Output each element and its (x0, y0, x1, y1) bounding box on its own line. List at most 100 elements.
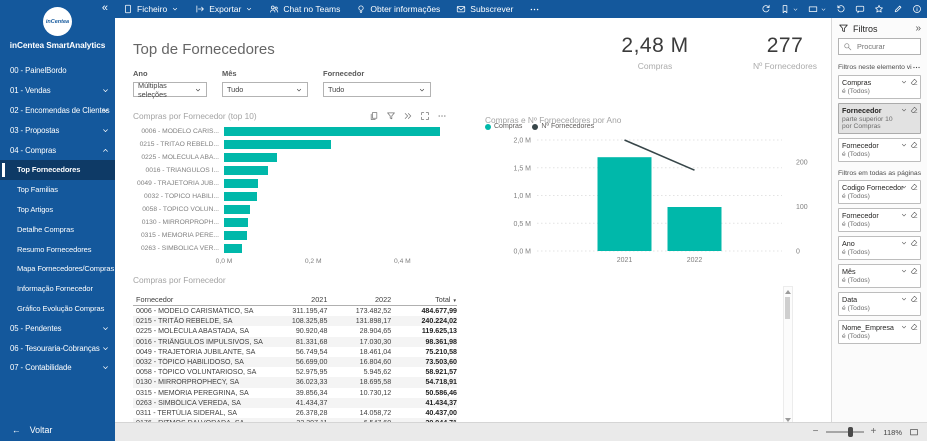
filter-card-nome-empresa[interactable]: Nome_Empresaé (Todos) (838, 320, 921, 344)
slicer-dropdown-ano[interactable]: Múltiplas seleções (133, 82, 207, 97)
filters-search-input[interactable] (855, 41, 916, 52)
filter-card-fornecedor[interactable]: Fornecedoré (Todos) (838, 138, 921, 162)
bookmark-icon[interactable] (780, 4, 799, 14)
column-2022[interactable] (668, 207, 722, 251)
bar[interactable] (224, 179, 258, 189)
bar[interactable] (224, 192, 257, 202)
column-2021[interactable] (598, 157, 652, 251)
chevron-down-icon[interactable] (900, 106, 908, 114)
table-row[interactable]: 0130 - MIRRORPROPHECY, SA36.023,3318.695… (133, 377, 457, 387)
sidebar-item-mapa-fornecedores-compras[interactable]: Mapa Fornecedores/Compras (0, 259, 115, 279)
menu-item-exportar[interactable]: Exportar (195, 4, 253, 14)
bar[interactable] (224, 231, 247, 241)
clear-filter-icon[interactable] (910, 78, 918, 86)
table-row[interactable]: 0006 - MODELO CARISMÁTICO, SA311.195,471… (133, 306, 457, 316)
table-row[interactable]: 0263 - SIMBÓLICA VEREDA, SA41.434,3741.4… (133, 398, 457, 408)
sidebar-item-04-compras[interactable]: 04 - Compras (0, 140, 115, 160)
chevron-down-icon[interactable] (900, 267, 908, 275)
clear-filter-icon[interactable] (910, 211, 918, 219)
bar[interactable] (224, 244, 242, 254)
chevron-down-icon[interactable] (900, 78, 908, 86)
table-row[interactable]: 0215 - TRITÃO REBELDE, SA108.325,85131.8… (133, 316, 457, 326)
filter-card-ano[interactable]: Anoé (Todos) (838, 236, 921, 260)
clear-filter-icon[interactable] (910, 239, 918, 247)
zoom-out-button[interactable]: − (813, 427, 819, 437)
sidebar-item-07-contabilidade[interactable]: 07 - Contabilidade (0, 358, 115, 378)
sidebar-item-informa-o-fornecedor[interactable]: Informação Fornecedor (0, 279, 115, 299)
more-options-icon[interactable] (529, 4, 540, 15)
chevron-down-icon[interactable] (900, 141, 908, 149)
column-header-fornecedor[interactable]: Fornecedor (133, 295, 266, 304)
filter-icon[interactable] (386, 111, 396, 121)
more-options-icon[interactable] (912, 63, 921, 72)
column-header-2021[interactable]: 2021 (266, 295, 328, 304)
edit-icon[interactable] (893, 4, 903, 14)
reset-icon[interactable] (836, 4, 846, 14)
more-options-icon[interactable] (437, 111, 447, 121)
chevron-down-icon[interactable] (900, 211, 908, 219)
clear-filter-icon[interactable] (910, 295, 918, 303)
refresh-icon[interactable] (761, 4, 771, 14)
slicer-dropdown-m-s[interactable]: Tudo (222, 82, 308, 97)
slicer-dropdown-fornecedor[interactable]: Tudo (323, 82, 431, 97)
clear-filter-icon[interactable] (910, 183, 918, 191)
bar[interactable] (224, 153, 277, 163)
chevron-down-icon[interactable] (900, 183, 908, 191)
table-row[interactable]: 0049 - TRAJETÓRIA JUBILANTE, SA56.749,54… (133, 347, 457, 357)
filter-card-codigo-fornecedor[interactable]: Codigo Fornecedoré (Todos) (838, 180, 921, 204)
menu-item-obter-informa-es[interactable]: Obter informações (356, 4, 440, 14)
column-header-total[interactable]: Total▼ (391, 295, 457, 304)
filter-card-fornecedor[interactable]: Fornecedoré (Todos) (838, 208, 921, 232)
menu-item-chat-no-teams[interactable]: Chat no Teams (269, 4, 340, 14)
table-row[interactable]: 0311 - TERTÚLIA SIDERAL, SA26.378,2814.0… (133, 408, 457, 418)
table-scrollbar[interactable] (783, 286, 793, 426)
bar[interactable] (224, 205, 250, 215)
sidebar-item-detalhe-compras[interactable]: Detalhe Compras (0, 219, 115, 239)
sidebar-item-03-propostas[interactable]: 03 - Propostas (0, 120, 115, 140)
filter-card-fornecedor[interactable]: Fornecedorparte superior 10 por Compras (838, 103, 921, 134)
table-row[interactable]: 0032 - TÓPICO HABILIDOSO, SA56.699,0016.… (133, 357, 457, 367)
bar[interactable] (224, 166, 268, 176)
sidebar-item-06-tesouraria-cobran-as[interactable]: 06 - Tesouraria-Cobranças (0, 338, 115, 358)
table-row[interactable]: 0225 - MOLÉCULA ABASTADA, SA90.920,4828.… (133, 326, 457, 336)
copy-icon[interactable] (369, 111, 379, 121)
sidebar-item-02-encomendas-de-clientes[interactable]: 02 - Encomendas de Clientes (0, 101, 115, 121)
info-icon[interactable] (912, 4, 922, 14)
sidebar-item-01-vendas[interactable]: 01 - Vendas (0, 81, 115, 101)
sidebar-item-top-artigos[interactable]: Top Artigos (0, 200, 115, 220)
sidebar-item-00-painelbordo[interactable]: 00 - PainelBordo (0, 61, 115, 81)
drill-icon[interactable] (403, 111, 413, 121)
sidebar-item-gr-fico-evolu-o-compras[interactable]: Gráfico Evolução Compras (0, 299, 115, 319)
table-row[interactable]: 0058 - TÓPICO VOLUNTARIOSO, SA52.975,955… (133, 367, 457, 377)
chevron-down-icon[interactable] (900, 323, 908, 331)
zoom-in-button[interactable]: + (871, 427, 877, 437)
sidebar-item-05-pendentes[interactable]: 05 - Pendentes (0, 318, 115, 338)
clear-filter-icon[interactable] (910, 323, 918, 331)
zoom-slider-thumb[interactable] (848, 427, 853, 437)
table-row[interactable]: 0016 - TRIÂNGULOS IMPULSIVOS, SA81.331,6… (133, 337, 457, 347)
sidebar-collapse-icon[interactable]: « (102, 2, 108, 14)
table-row[interactable]: 0315 - MEMÓRIA PEREGRINA, SA39.856,3410.… (133, 388, 457, 398)
focus-mode-icon[interactable] (420, 111, 430, 121)
legend-item-n-fornecedores[interactable]: Nº Fornecedores (532, 123, 594, 130)
fit-to-page-icon[interactable] (909, 427, 919, 437)
sidebar-item-top-fornecedores[interactable]: Top Fornecedores (0, 160, 115, 180)
bar[interactable] (224, 218, 248, 228)
clear-filter-icon[interactable] (910, 267, 918, 275)
menu-item-ficheiro[interactable]: Ficheiro (123, 4, 179, 14)
legend-item-compras[interactable]: Compras (485, 123, 522, 130)
sidebar-item-resumo-fornecedores[interactable]: Resumo Fornecedores (0, 239, 115, 259)
back-button[interactable]: ← Voltar (12, 425, 52, 435)
clear-filter-icon[interactable] (910, 141, 918, 149)
filter-card-compras[interactable]: Comprasé (Todos) (838, 75, 921, 99)
column-header-2022[interactable]: 2022 (327, 295, 391, 304)
bar[interactable] (224, 127, 440, 137)
chevron-down-icon[interactable] (900, 295, 908, 303)
filters-collapse-icon[interactable]: » (915, 23, 921, 34)
filter-card-m-s[interactable]: Mêsé (Todos) (838, 264, 921, 288)
bar[interactable] (224, 140, 331, 150)
star-icon[interactable] (874, 4, 884, 14)
clear-filter-icon[interactable] (910, 106, 918, 114)
sidebar-item-top-familias[interactable]: Top Familias (0, 180, 115, 200)
zoom-slider[interactable] (826, 431, 864, 433)
